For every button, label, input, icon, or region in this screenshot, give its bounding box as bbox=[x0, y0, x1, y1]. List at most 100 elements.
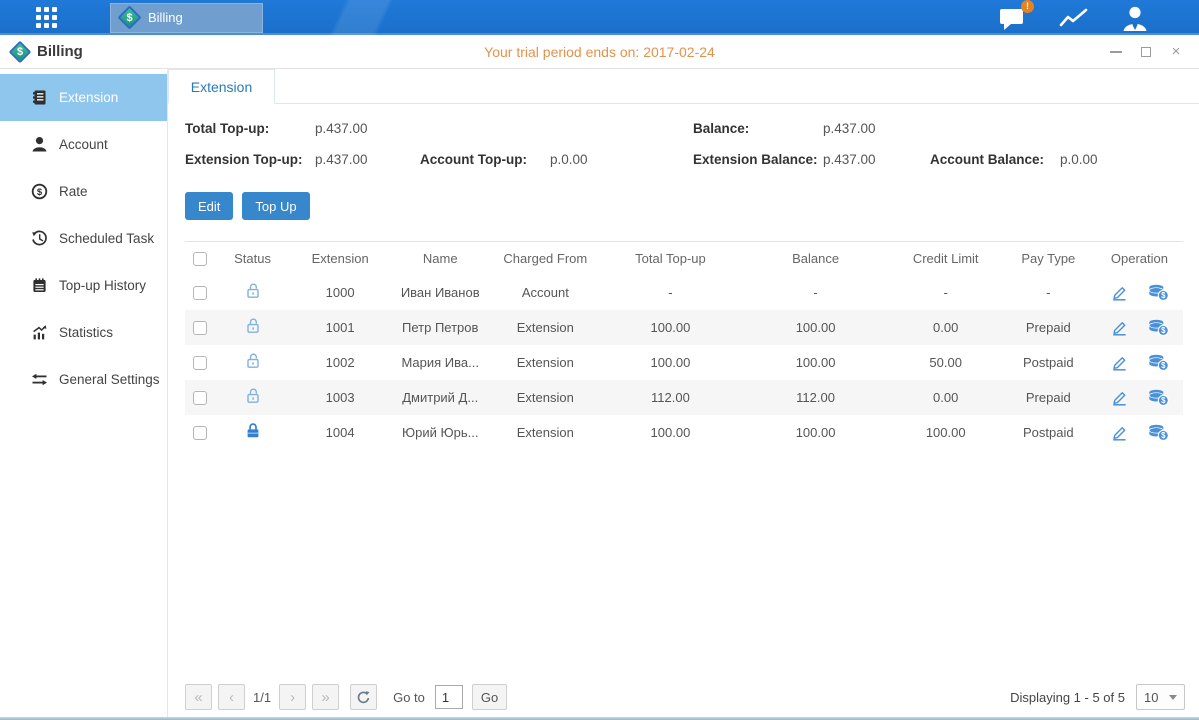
notification-badge: ! bbox=[1021, 0, 1034, 13]
top-up-button[interactable]: Top Up bbox=[242, 192, 309, 220]
displaying-text: Displaying 1 - 5 of 5 bbox=[1010, 690, 1125, 705]
sidebar-item-label: Extension bbox=[59, 90, 118, 105]
col-operation: Operation bbox=[1096, 242, 1183, 275]
unlocked-icon bbox=[245, 387, 261, 404]
summary-extension-balance: Extension Balance: p.437.00 bbox=[693, 152, 930, 167]
next-page-button[interactable]: › bbox=[279, 684, 306, 710]
edit-icon[interactable] bbox=[1110, 424, 1128, 441]
close-icon[interactable]: × bbox=[1169, 45, 1183, 59]
col-name: Name bbox=[390, 242, 490, 275]
table-row[interactable]: 1004 Юрий Юрь... Extension 100.00 100.00… bbox=[185, 415, 1183, 450]
top-up-icon[interactable] bbox=[1148, 319, 1169, 336]
resource-monitor-button[interactable] bbox=[1059, 6, 1089, 30]
general-settings-icon bbox=[31, 371, 48, 388]
top-up-icon[interactable] bbox=[1148, 389, 1169, 406]
row-checkbox[interactable] bbox=[193, 426, 207, 440]
action-buttons: Edit Top Up bbox=[168, 167, 1199, 220]
select-all-checkbox[interactable] bbox=[193, 252, 207, 266]
goto-page-input[interactable] bbox=[435, 685, 463, 709]
unlocked-icon bbox=[245, 282, 261, 299]
page-size-select[interactable]: 10 bbox=[1136, 684, 1185, 710]
extension-table: Status Extension Name Charged From Total… bbox=[185, 241, 1183, 450]
table-row[interactable]: 1002 Мария Ива... Extension 100.00 100.0… bbox=[185, 345, 1183, 380]
line-chart-icon bbox=[1059, 6, 1089, 30]
edit-icon[interactable] bbox=[1110, 284, 1128, 301]
refresh-button[interactable] bbox=[350, 684, 377, 710]
extension-icon bbox=[31, 89, 48, 106]
top-up-icon[interactable] bbox=[1148, 354, 1169, 371]
prev-page-button[interactable]: ‹ bbox=[218, 684, 245, 710]
sidebar-item-label: Rate bbox=[59, 184, 88, 199]
svg-text:$: $ bbox=[37, 187, 43, 198]
summary-account-balance: Account Balance: p.0.00 bbox=[930, 152, 1199, 167]
edit-icon[interactable] bbox=[1110, 389, 1128, 406]
table-row[interactable]: 1003 Дмитрий Д... Extension 112.00 112.0… bbox=[185, 380, 1183, 415]
window-titlebar: $ Billing Your trial period ends on: 201… bbox=[0, 35, 1199, 69]
last-page-button[interactable]: » bbox=[312, 684, 339, 710]
page-indicator: 1/1 bbox=[253, 690, 271, 705]
col-extension: Extension bbox=[290, 242, 390, 275]
col-status: Status bbox=[215, 242, 290, 275]
pagination-right: Displaying 1 - 5 of 5 10 bbox=[1010, 684, 1185, 710]
summary-balance: Balance: p.437.00 bbox=[693, 121, 930, 136]
maximize-icon[interactable] bbox=[1139, 45, 1153, 59]
tab-extension[interactable]: Extension bbox=[168, 69, 275, 104]
pagination-bar: « ‹ 1/1 › » Go to Go Displaying 1 - 5 of… bbox=[185, 684, 1185, 710]
locked-icon bbox=[245, 422, 261, 439]
statistics-icon bbox=[31, 324, 48, 341]
chevron-down-icon bbox=[1169, 695, 1177, 700]
minimize-icon[interactable] bbox=[1109, 45, 1123, 59]
scheduled-task-icon bbox=[31, 230, 48, 247]
edit-icon[interactable] bbox=[1110, 319, 1128, 336]
notifications-button[interactable]: ! bbox=[999, 6, 1027, 30]
topbar-tray: ! bbox=[999, 5, 1149, 31]
taskbar-tab-billing[interactable]: $ Billing bbox=[110, 3, 263, 33]
row-checkbox[interactable] bbox=[193, 286, 207, 300]
top-up-icon[interactable] bbox=[1148, 424, 1169, 441]
top-up-icon[interactable] bbox=[1148, 284, 1169, 301]
col-balance: Balance bbox=[741, 242, 891, 275]
main-content: Extension Total Top-up: p.437.00 Balance… bbox=[168, 69, 1199, 717]
sidebar-item-label: Account bbox=[59, 137, 108, 152]
sidebar-item-statistics[interactable]: Statistics bbox=[0, 309, 167, 356]
sidebar-item-topup-history[interactable]: Top-up History bbox=[0, 262, 167, 309]
edit-button[interactable]: Edit bbox=[185, 192, 233, 220]
row-checkbox[interactable] bbox=[193, 356, 207, 370]
unlocked-icon bbox=[245, 352, 261, 369]
sidebar-item-account[interactable]: Account bbox=[0, 121, 167, 168]
sidebar-item-extension[interactable]: Extension bbox=[0, 74, 167, 121]
table-header-row: Status Extension Name Charged From Total… bbox=[185, 242, 1183, 275]
sidebar-item-label: General Settings bbox=[59, 372, 160, 387]
col-pay-type: Pay Type bbox=[1001, 242, 1096, 275]
page-size-value: 10 bbox=[1144, 690, 1158, 705]
first-page-button[interactable]: « bbox=[185, 684, 212, 710]
sidebar-item-label: Scheduled Task bbox=[59, 231, 154, 246]
summary-panel: Total Top-up: p.437.00 Balance: p.437.00… bbox=[168, 104, 1199, 167]
topup-history-icon bbox=[31, 277, 48, 294]
col-total-top-up: Total Top-up bbox=[600, 242, 740, 275]
table-row[interactable]: 1001 Петр Петров Extension 100.00 100.00… bbox=[185, 310, 1183, 345]
taskbar-tab-label: Billing bbox=[148, 10, 183, 25]
edit-icon[interactable] bbox=[1110, 354, 1128, 371]
row-checkbox[interactable] bbox=[193, 321, 207, 335]
billing-app-window: $ Billing ! bbox=[0, 0, 1199, 720]
sidebar: Extension Account $ Rate bbox=[0, 69, 168, 717]
sidebar-item-label: Statistics bbox=[59, 325, 113, 340]
go-button[interactable]: Go bbox=[472, 684, 507, 710]
account-icon bbox=[31, 136, 48, 153]
rate-icon: $ bbox=[31, 183, 48, 200]
app-menu-button[interactable] bbox=[36, 7, 57, 28]
sidebar-item-rate[interactable]: $ Rate bbox=[0, 168, 167, 215]
user-account-button[interactable] bbox=[1121, 5, 1149, 31]
refresh-icon bbox=[356, 690, 371, 705]
sidebar-item-label: Top-up History bbox=[59, 278, 146, 293]
unlocked-icon bbox=[245, 317, 261, 334]
sidebar-item-general-settings[interactable]: General Settings bbox=[0, 356, 167, 403]
window-title: Billing bbox=[37, 43, 83, 60]
tabstrip: Extension bbox=[168, 69, 1199, 104]
table-row[interactable]: 1000 Иван Иванов Account - - - - bbox=[185, 275, 1183, 310]
row-checkbox[interactable] bbox=[193, 391, 207, 405]
sidebar-item-scheduled-task[interactable]: Scheduled Task bbox=[0, 215, 167, 262]
goto-label: Go to bbox=[393, 690, 425, 705]
person-icon bbox=[1121, 5, 1149, 31]
